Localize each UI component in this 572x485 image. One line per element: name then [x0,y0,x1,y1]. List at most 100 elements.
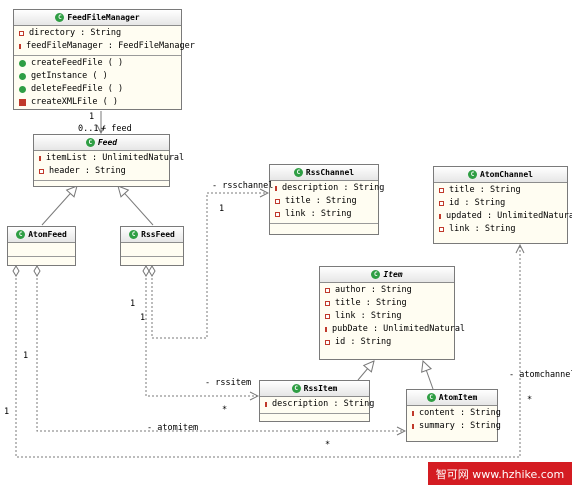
class-feedfilemanager[interactable]: C FeedFileManager directory : String fee… [13,9,195,111]
method-text: deleteFeedFile ( ) [31,84,124,94]
attributes-section: description : String title : String link… [270,181,384,224]
attributes-section: content : String summary : String [407,406,501,435]
attribute-text: title : String [285,196,357,206]
class-rssitem[interactable]: C RssItem description : String [259,380,374,422]
attribute-row: link : String [270,208,378,221]
class-header: C RssFeed [121,227,183,243]
attribute-row: feedFileManager : FeedFileManager [14,40,195,53]
attribute-text: directory : String [29,28,122,38]
methods-section [34,181,169,190]
methods-section [270,224,378,233]
class-rsschannel[interactable]: C RssChannel description : String title … [269,164,384,235]
attribute-row: directory : String [14,27,181,40]
class-icon: C [468,170,477,179]
gen-atomfeed-feed [41,186,77,226]
multiplicity-label: 1 [140,313,146,323]
attribute-row: id : String [434,197,567,210]
class-header: C Feed [34,135,169,151]
multiplicity-label: 1 [219,204,225,214]
attributes-section: title : String id : String updated : Unl… [434,183,572,238]
diamond-rssfeed-2 [148,265,156,277]
class-rssfeed[interactable]: C RssFeed [120,226,184,266]
multiplicity-label: * [222,405,228,415]
field-icon [439,201,444,206]
methods-section: createFeedFile ( ) getInstance ( ) delet… [14,56,181,111]
class-name: AtomFeed [28,230,67,239]
class-item[interactable]: C Item author : String title : String li… [319,266,465,360]
attribute-text: description : String [282,183,385,193]
attribute-row: updated : UnlimitedNatural [434,210,572,223]
field-icon [439,188,444,193]
class-icon: C [293,168,303,177]
method-text: createXMLFile ( ) [31,97,118,107]
field-icon [39,169,44,174]
attribute-text: summary : String [419,421,501,431]
diamond-atomfeed-1 [12,265,20,277]
class-header: C Item [320,267,454,283]
attribute-text: id : String [449,198,506,208]
class-header: C RssItem [260,381,369,397]
attribute-text: feedFileManager : FeedFileManager [26,41,195,51]
class-header: C AtomFeed [8,227,75,243]
attribute-text: content : String [419,408,501,418]
class-feed[interactable]: C Feed itemList : UnlimitedNatural heade… [33,134,184,190]
watermark-text: 智可网 www.hzhike.com [435,467,565,481]
class-header: C RssChannel [270,165,378,181]
multiplicity-label: 1 [130,299,136,309]
class-header: C AtomItem [407,390,497,406]
field-icon [275,186,277,191]
field-icon [439,227,444,232]
attribute-text: itemList : UnlimitedNatural [46,153,185,163]
class-icon: C [129,230,139,239]
class-atomitem[interactable]: C AtomItem content : String summary : St… [406,389,501,442]
attribute-text: link : String [285,209,352,219]
gen-atomitem-item [423,361,434,390]
field-icon [439,214,441,219]
class-name: FeedFileManager [67,13,140,22]
attribute-row: header : String [34,165,169,178]
field-icon [275,199,280,204]
class-header: C AtomChannel [434,167,567,183]
class-header: C FeedFileManager [14,10,181,26]
class-atomchannel[interactable]: C AtomChannel title : String id : String… [433,166,572,244]
field-icon [19,31,24,36]
class-name: AtomItem [438,393,478,402]
attribute-row: title : String [320,297,454,310]
attribute-row: content : String [407,407,501,420]
attribute-row: link : String [320,310,454,323]
field-icon [275,212,280,217]
attributes-section: itemList : UnlimitedNatural header : Str… [34,151,184,181]
attribute-row: link : String [434,223,567,236]
class-atomfeed[interactable]: C AtomFeed [7,226,76,266]
attribute-row: title : String [270,195,378,208]
assoc-rssfeed-rssitem [145,266,258,396]
field-icon [325,327,327,332]
role-label: + feed [101,124,132,134]
diamond-atomfeed-2 [33,265,41,277]
field-icon [325,301,330,306]
field-icon [325,314,330,319]
attribute-text: id : String [335,337,392,347]
class-icon: C [85,138,95,147]
class-name: RssFeed [141,230,175,239]
attributes-section: description : String [260,397,374,414]
attributes-section: author : String title : String link : St… [320,283,465,351]
attribute-row: description : String [270,182,384,195]
class-icon: C [55,13,65,22]
attribute-text: title : String [449,185,521,195]
method-row: createFeedFile ( ) [14,57,181,70]
multiplicity-label: * [527,395,533,405]
attribute-row: itemList : UnlimitedNatural [34,152,184,165]
attributes-section [8,243,75,257]
multiplicity-label: * [325,440,331,450]
field-icon [412,411,414,416]
field-icon [265,402,267,407]
multiplicity-label: 1 [4,407,10,417]
watermark-banner: 智可网 www.hzhike.com [428,462,572,485]
attribute-row: author : String [320,284,454,297]
field-icon [325,288,330,293]
method-text: createFeedFile ( ) [31,58,124,68]
attribute-row: id : String [320,336,454,349]
gen-rssitem-item [357,361,374,381]
gen-rssfeed-feed [118,186,154,226]
